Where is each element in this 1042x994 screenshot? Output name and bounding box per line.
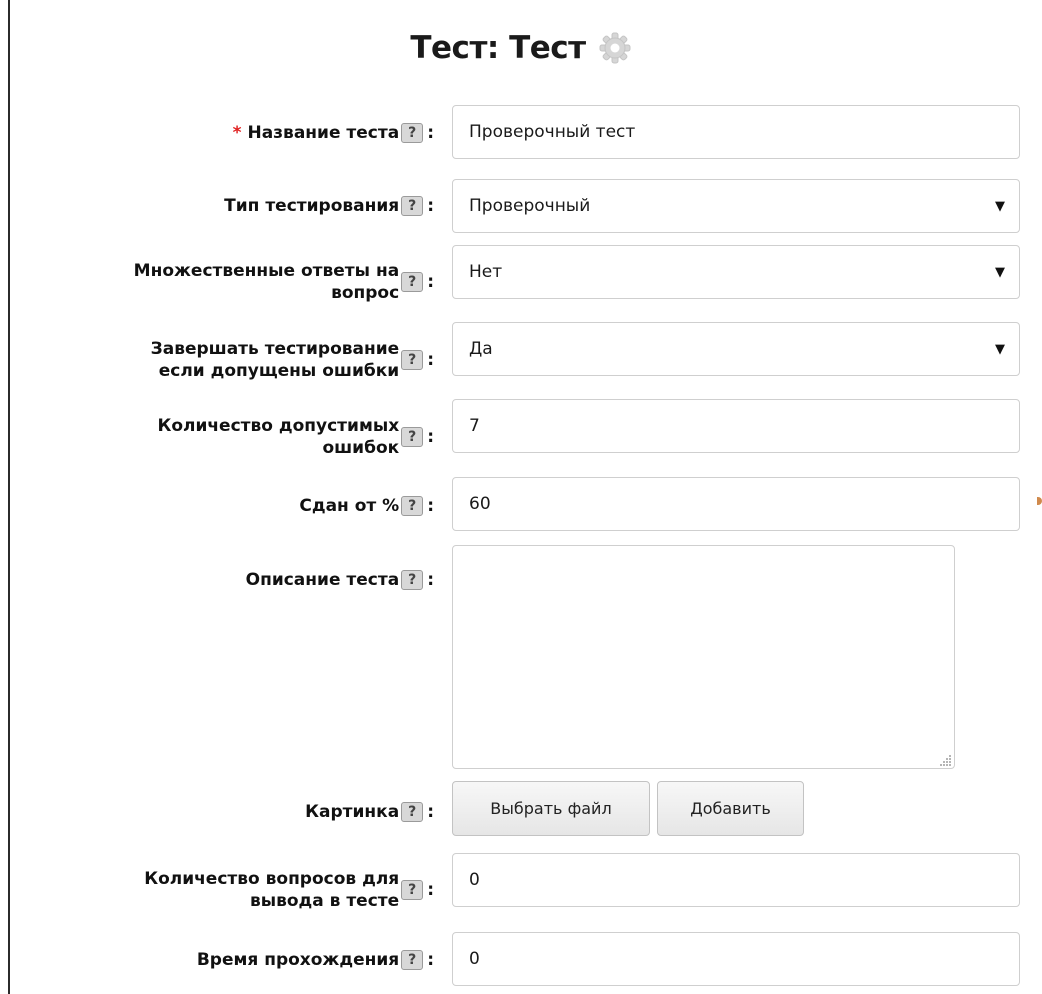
test-type-label-text: Тип тестирования (224, 196, 400, 216)
allowed-errors-label: Количество допустимых ошибок ? : (157, 409, 434, 465)
test-name-label: * Название теста ? : (233, 113, 434, 153)
test-type-value: Проверочный (469, 196, 591, 216)
question-count-label-text: Количество вопросов для вывода в тесте (144, 868, 399, 912)
help-icon[interactable]: ? (401, 880, 424, 900)
question-count-label: Количество вопросов для вывода в тесте ?… (144, 862, 434, 918)
label-colon: : (427, 950, 434, 970)
pass-percent-label: Сдан от % ? : (299, 486, 434, 526)
pass-percent-input[interactable]: 60 (452, 477, 1020, 531)
required-mark: * (232, 123, 242, 143)
question-count-label-line1: Количество вопросов для (144, 869, 400, 889)
image-label-text: Картинка (305, 802, 400, 822)
description-label-text: Описание теста (245, 570, 400, 590)
stop-on-errors-value: Да (469, 339, 493, 359)
pass-percent-label-text: Сдан от % (299, 496, 400, 516)
stop-on-errors-label: Завершать тестирование если допущены оши… (151, 332, 434, 388)
frame-border (8, 0, 10, 994)
question-count-value: 0 (469, 870, 480, 890)
label-colon: : (427, 570, 434, 590)
add-image-button[interactable]: Добавить (657, 781, 804, 836)
label-colon: : (427, 196, 434, 216)
help-icon[interactable]: ? (401, 802, 424, 822)
test-type-label: Тип тестирования ? : (224, 186, 434, 226)
stop-on-errors-label-line1: Завершать тестирование (150, 339, 400, 359)
label-colon: : (427, 427, 434, 447)
stop-on-errors-label-line2: если допущены ошибки (158, 361, 400, 381)
label-colon: : (427, 496, 434, 516)
time-limit-value: 0 (469, 949, 480, 969)
help-icon[interactable]: ? (401, 196, 424, 216)
description-label: Описание теста ? : (246, 560, 434, 600)
allowed-errors-label-line2: ошибок (322, 438, 400, 458)
edge-marker (1037, 497, 1042, 505)
help-icon[interactable]: ? (401, 427, 424, 447)
time-limit-input[interactable]: 0 (452, 932, 1020, 986)
multi-answers-label-text: Множественные ответы на вопрос (134, 260, 400, 304)
chevron-down-icon: ▼ (995, 264, 1005, 280)
chevron-down-icon: ▼ (995, 198, 1005, 214)
test-name-input[interactable]: Проверочный тест (452, 105, 1020, 159)
label-colon: : (427, 350, 434, 370)
stop-on-errors-label-text: Завершать тестирование если допущены оши… (151, 338, 400, 382)
allowed-errors-input[interactable]: 7 (452, 399, 1020, 453)
test-name-label-text: Название теста (247, 123, 400, 143)
multi-answers-label-line2: вопрос (331, 283, 400, 303)
time-limit-label: Время прохождения ? : (197, 940, 434, 980)
help-icon[interactable]: ? (401, 272, 424, 292)
multi-answers-label: Множественные ответы на вопрос ? : (134, 254, 434, 310)
test-name-value: Проверочный тест (469, 122, 636, 142)
help-icon[interactable]: ? (401, 123, 424, 143)
label-colon: : (427, 802, 434, 822)
time-limit-label-text: Время прохождения (196, 950, 400, 970)
help-icon[interactable]: ? (401, 496, 424, 516)
multi-answers-label-line1: Множественные ответы на (133, 261, 400, 281)
allowed-errors-label-text: Количество допустимых ошибок (157, 415, 399, 459)
question-count-label-line2: вывода в тесте (249, 891, 400, 911)
allowed-errors-value: 7 (469, 416, 480, 436)
allowed-errors-label-line1: Количество допустимых (157, 416, 400, 436)
help-icon[interactable]: ? (401, 950, 424, 970)
label-colon: : (427, 123, 434, 143)
page-header: Тест: Тест (0, 24, 1042, 72)
label-colon: : (427, 880, 434, 900)
question-count-input[interactable]: 0 (452, 853, 1020, 907)
resize-handle-icon[interactable] (940, 754, 952, 766)
chevron-down-icon: ▼ (995, 341, 1005, 357)
page-title: Тест: Тест (410, 30, 586, 66)
help-icon[interactable]: ? (401, 570, 424, 590)
stop-on-errors-select[interactable]: Да ▼ (452, 322, 1020, 376)
gear-icon[interactable] (598, 31, 632, 65)
label-colon: : (427, 272, 434, 292)
pass-percent-value: 60 (469, 494, 491, 514)
multi-answers-value: Нет (469, 262, 503, 282)
choose-file-button[interactable]: Выбрать файл (452, 781, 650, 836)
description-textarea[interactable] (452, 545, 955, 769)
multi-answers-select[interactable]: Нет ▼ (452, 245, 1020, 299)
help-icon[interactable]: ? (401, 350, 424, 370)
image-label: Картинка ? : (305, 792, 434, 832)
test-type-select[interactable]: Проверочный ▼ (452, 179, 1020, 233)
